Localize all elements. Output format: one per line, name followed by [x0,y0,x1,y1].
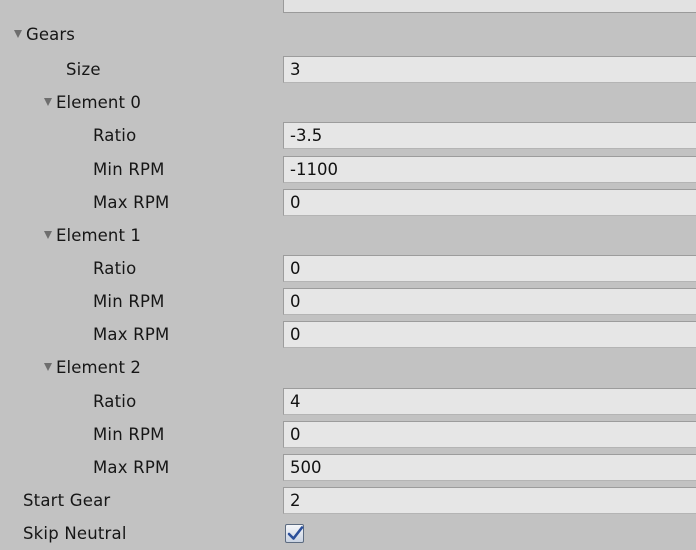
element-2-min-rpm-row: Min RPM 0 [0,418,696,451]
element-2-header[interactable]: Element 2 [44,351,141,384]
start-gear-row: Start Gear 2 [0,484,696,517]
element-1-min-rpm-field[interactable]: 0 [283,288,696,315]
element-0-header[interactable]: Element 0 [44,86,141,119]
max-rpm-label: Max RPM [93,458,170,477]
previous-field-edge[interactable] [283,0,696,13]
element-2-ratio-row: Ratio 4 [0,385,696,418]
element-2-label: Element 2 [56,358,141,377]
element-0-ratio-field[interactable]: -3.5 [283,122,696,149]
element-1-label: Element 1 [56,226,141,245]
element-2-max-rpm-row: Max RPM 500 [0,451,696,484]
element-2-ratio-field[interactable]: 4 [283,388,696,415]
checkmark-icon [287,526,304,540]
triangle-down-icon[interactable] [14,30,22,38]
element-1-max-rpm-field[interactable]: 0 [283,321,696,348]
element-0-foldout[interactable]: Element 0 [0,86,696,119]
element-1-min-rpm-row: Min RPM 0 [0,285,696,318]
element-0-min-rpm-row: Min RPM -1100 [0,153,696,186]
triangle-down-icon[interactable] [44,231,52,239]
skip-neutral-row: Skip Neutral [0,515,696,548]
max-rpm-label: Max RPM [93,325,170,344]
start-gear-field[interactable]: 2 [283,487,696,514]
size-label: Size [66,60,101,79]
start-gear-label: Start Gear [23,491,111,510]
element-1-header[interactable]: Element 1 [44,219,141,252]
element-1-ratio-field[interactable]: 0 [283,255,696,282]
size-field[interactable]: 3 [283,56,696,83]
element-0-min-rpm-field[interactable]: -1100 [283,156,696,183]
max-rpm-label: Max RPM [93,193,170,212]
element-0-max-rpm-field[interactable]: 0 [283,189,696,216]
min-rpm-label: Min RPM [93,160,165,179]
gears-foldout-header[interactable]: Gears [14,18,75,51]
element-0-max-rpm-row: Max RPM 0 [0,186,696,219]
skip-neutral-label: Skip Neutral [23,524,127,543]
triangle-down-icon[interactable] [44,98,52,106]
gears-size-row: Size 3 [0,53,696,86]
gears-label: Gears [26,25,75,44]
min-rpm-label: Min RPM [93,292,165,311]
element-0-ratio-row: Ratio -3.5 [0,119,696,152]
element-1-foldout[interactable]: Element 1 [0,219,696,252]
element-2-max-rpm-field[interactable]: 500 [283,454,696,481]
element-0-label: Element 0 [56,93,141,112]
skip-neutral-checkbox[interactable] [285,524,304,543]
ratio-label: Ratio [93,392,137,411]
ratio-label: Ratio [93,259,137,278]
gears-foldout[interactable]: Gears [0,18,696,51]
element-2-min-rpm-field[interactable]: 0 [283,421,696,448]
min-rpm-label: Min RPM [93,425,165,444]
element-1-max-rpm-row: Max RPM 0 [0,318,696,351]
triangle-down-icon[interactable] [44,363,52,371]
element-1-ratio-row: Ratio 0 [0,252,696,285]
ratio-label: Ratio [93,126,137,145]
element-2-foldout[interactable]: Element 2 [0,351,696,384]
